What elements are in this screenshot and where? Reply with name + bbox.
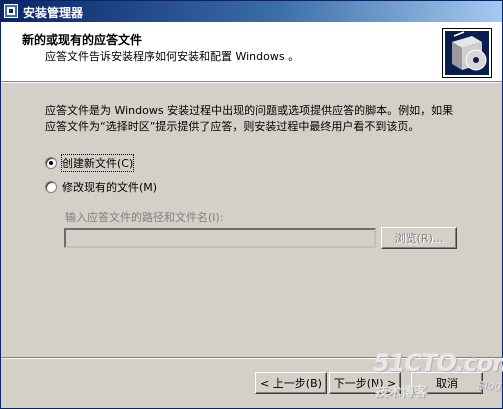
modify-existing-file-option[interactable]: 修改现有的文件(M) bbox=[45, 179, 157, 195]
wizard-header: 新的或现有的应答文件 应答文件告诉安装程序如何安装和配置 Windows 。 bbox=[1, 22, 502, 82]
modify-existing-file-radio[interactable] bbox=[45, 181, 57, 193]
title-bar[interactable]: 安装管理器 bbox=[1, 1, 502, 22]
window-title: 安装管理器 bbox=[23, 6, 84, 20]
software-box-cd-icon bbox=[442, 28, 492, 78]
watermark-sub-text: 技术博客 bbox=[375, 385, 428, 400]
create-new-file-option[interactable]: 创建新文件(C) bbox=[45, 154, 135, 172]
watermark-logo-text: 51CTO.com bbox=[373, 349, 503, 377]
create-new-file-label[interactable]: 创建新文件(C) bbox=[60, 154, 135, 172]
watermark-blog-text: Blog bbox=[477, 379, 502, 392]
modify-existing-file-label[interactable]: 修改现有的文件(M) bbox=[62, 179, 157, 195]
site-watermark: 51CTO.com 技术博客 Blog bbox=[373, 349, 503, 407]
setup-manager-app-icon bbox=[4, 4, 18, 18]
browse-button[interactable]: 浏览(R)... bbox=[381, 227, 457, 249]
description-text: 应答文件是为 Windows 安装过程中出现的问题或选项提供应答的脚本。例如，如… bbox=[45, 104, 454, 133]
path-input[interactable] bbox=[64, 228, 376, 248]
path-label: 输入应答文件的路径和文件名(I): bbox=[65, 211, 224, 224]
setup-manager-window: 安装管理器 新的或现有的应答文件 应答文件告诉安装程序如何安装和配置 Windo… bbox=[0, 0, 503, 409]
create-new-file-radio[interactable] bbox=[45, 157, 57, 169]
back-button[interactable]: < 上一步(B) bbox=[255, 372, 327, 394]
page-title: 新的或现有的应答文件 bbox=[22, 33, 143, 47]
page-subtitle: 应答文件告诉安装程序如何安装和配置 Windows 。 bbox=[45, 50, 300, 63]
header-separator bbox=[1, 82, 502, 83]
